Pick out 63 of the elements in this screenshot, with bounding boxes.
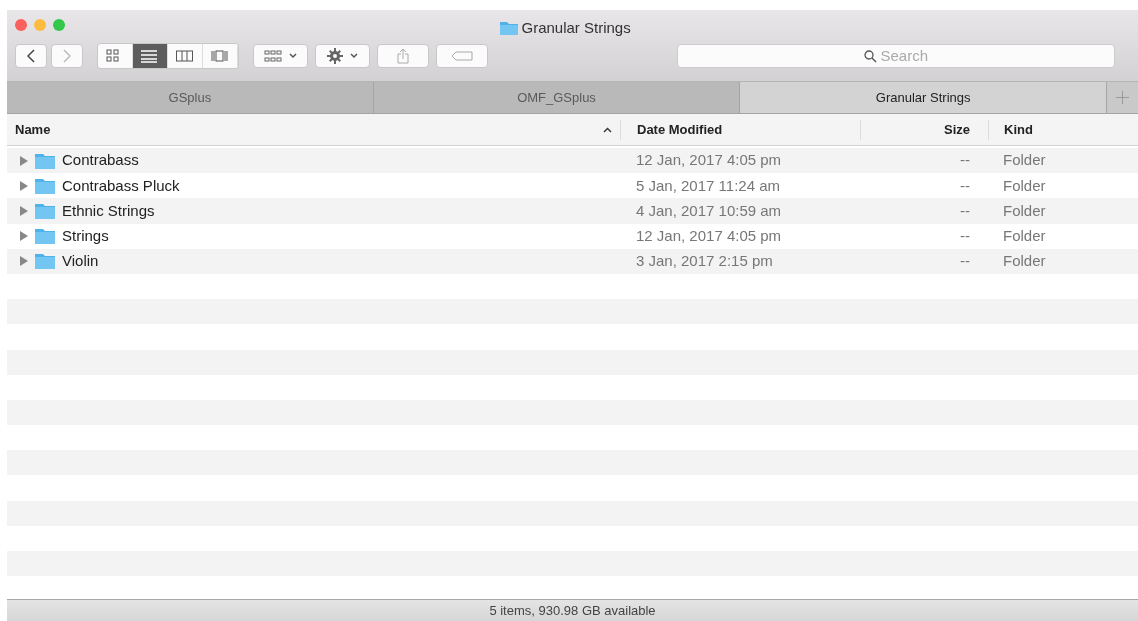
file-kind: Folder	[1003, 151, 1046, 169]
file-name[interactable]: Contrabass Pluck	[62, 174, 180, 198]
disclosure-triangle-icon[interactable]	[19, 155, 28, 166]
caret-icon	[288, 53, 297, 59]
folder-icon	[35, 202, 55, 219]
gear-icon	[326, 48, 343, 64]
search-icon	[864, 49, 877, 63]
action-button[interactable]	[314, 44, 370, 68]
disclosure-triangle-icon[interactable]	[19, 256, 28, 267]
date-modified: 5 Jan, 2017 11:24 am	[636, 176, 780, 194]
columns-icon	[176, 49, 193, 63]
tab[interactable]: Granular Strings	[740, 82, 1107, 113]
file-name[interactable]: Strings	[62, 224, 109, 248]
back-button[interactable]	[15, 44, 47, 68]
file-kind: Folder	[1003, 176, 1046, 194]
close-button[interactable]	[15, 19, 27, 31]
date-modified: 3 Jan, 2017 2:15 pm	[636, 252, 773, 270]
file-kind: Folder	[1003, 201, 1046, 219]
column-header[interactable]: Size	[944, 119, 970, 140]
disclosure-triangle-icon[interactable]	[19, 180, 28, 191]
tab[interactable]: GSplus	[7, 82, 374, 113]
file-kind: Folder	[1003, 252, 1046, 270]
status-text: 5 items, 930.98 GB available	[7, 599, 1138, 621]
file-size: --	[960, 252, 970, 270]
forward-button[interactable]	[50, 44, 83, 68]
tag-icon	[450, 51, 473, 61]
folder-icon	[35, 228, 55, 245]
disclosure-triangle-icon[interactable]	[19, 231, 28, 242]
share-icon	[396, 48, 409, 64]
file-size: --	[960, 176, 970, 194]
date-modified: 4 Jan, 2017 10:59 am	[636, 201, 782, 219]
caret-icon	[349, 53, 358, 59]
disclosure-triangle-icon[interactable]	[19, 205, 28, 216]
folder-icon	[35, 253, 55, 270]
coverflow-icon	[211, 49, 228, 63]
icon-view-button[interactable]	[97, 44, 133, 68]
file-name[interactable]: Contrabass	[62, 149, 139, 172]
tag-button[interactable]	[435, 44, 488, 68]
list-view-button[interactable]	[132, 44, 168, 68]
column-header[interactable]: Name	[15, 119, 51, 140]
arrange-button[interactable]	[252, 44, 308, 68]
zoom-button[interactable]	[53, 19, 65, 31]
column-header[interactable]: Kind	[1004, 119, 1033, 140]
folder-icon	[35, 152, 55, 169]
window-title: Granular Strings	[521, 18, 631, 38]
add-tab-icon[interactable]	[1116, 91, 1129, 104]
file-size: --	[960, 151, 970, 169]
file-name[interactable]: Violin	[62, 250, 99, 273]
chevron-right-icon	[62, 49, 71, 63]
column-header[interactable]: Date Modified	[637, 119, 723, 140]
column-view-button[interactable]	[167, 44, 203, 68]
grid-icon	[263, 50, 282, 62]
file-size: --	[960, 201, 970, 219]
chevron-left-icon	[27, 49, 35, 63]
share-button[interactable]	[376, 44, 429, 68]
file-size: --	[960, 226, 970, 244]
folder-icon	[500, 21, 518, 36]
date-modified: 12 Jan, 2017 4:05 pm	[636, 226, 782, 244]
file-kind: Folder	[1003, 226, 1046, 244]
folder-icon	[35, 177, 55, 194]
list-icon	[141, 49, 158, 63]
file-name[interactable]: Ethnic Strings	[62, 199, 155, 223]
date-modified: 12 Jan, 2017 4:05 pm	[636, 151, 782, 169]
